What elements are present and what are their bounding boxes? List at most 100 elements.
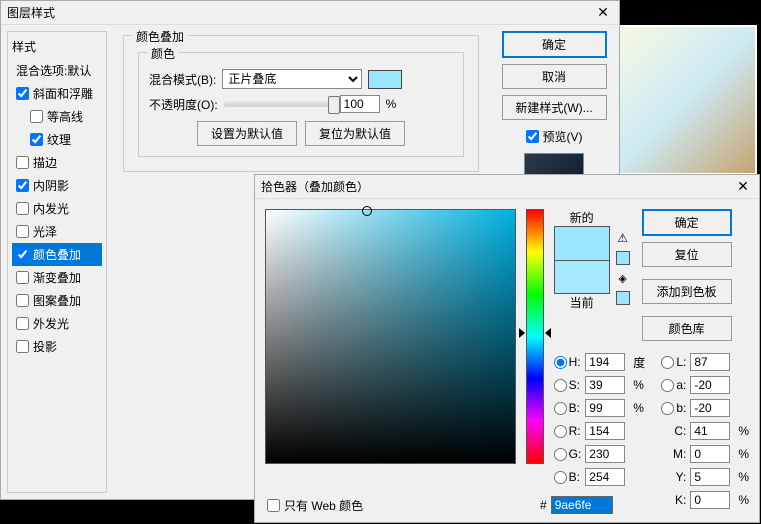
color-group: 颜色 混合模式(B): 正片叠底 不透明度(O): % 设置为默认值 xyxy=(138,52,464,157)
style-checkbox[interactable] xyxy=(16,248,29,261)
k-input[interactable] xyxy=(690,491,730,509)
m-input[interactable] xyxy=(690,445,730,463)
set-default-button[interactable]: 设置为默认值 xyxy=(197,121,297,146)
style-checkbox[interactable] xyxy=(30,110,43,123)
style-checkbox[interactable] xyxy=(16,271,29,284)
b-radio[interactable]: b: xyxy=(661,401,686,415)
gamut-warning-icon[interactable]: ⚠ xyxy=(616,231,630,245)
style-item[interactable]: 图案叠加 xyxy=(12,289,102,312)
current-color-swatch[interactable] xyxy=(554,260,610,294)
hash-label: # xyxy=(540,498,547,512)
style-checkbox[interactable] xyxy=(16,225,29,238)
layer-style-titlebar[interactable]: 图层样式 ✕ xyxy=(1,1,619,25)
style-item[interactable]: 渐变叠加 xyxy=(12,266,102,289)
style-item[interactable]: 颜色叠加 xyxy=(12,243,102,266)
g-radio[interactable]: G: xyxy=(554,447,582,461)
style-label: 图案叠加 xyxy=(33,292,81,309)
style-item[interactable]: 纹理 xyxy=(12,128,102,151)
color-libraries-button[interactable]: 颜色库 xyxy=(642,316,732,341)
y-input[interactable] xyxy=(690,468,730,486)
websafe-swatch[interactable] xyxy=(616,291,630,305)
g-input[interactable] xyxy=(585,445,625,463)
m-label: M: xyxy=(661,447,686,461)
style-item[interactable]: 外发光 xyxy=(12,312,102,335)
hue-indicator-icon xyxy=(545,328,551,338)
cube-icon[interactable]: ◈ xyxy=(616,271,630,285)
cancel-button[interactable]: 取消 xyxy=(502,64,607,89)
web-only-checkbox[interactable]: 只有 Web 颜色 xyxy=(267,497,363,514)
new-style-button[interactable]: 新建样式(W)... xyxy=(502,95,607,120)
style-checkbox[interactable] xyxy=(16,202,29,215)
gamut-swatch[interactable] xyxy=(616,251,630,265)
style-label: 斜面和浮雕 xyxy=(33,85,93,102)
style-label: 颜色叠加 xyxy=(33,246,81,263)
c-input[interactable] xyxy=(690,422,730,440)
ok-button[interactable]: 确定 xyxy=(642,209,732,236)
saturation-value-field[interactable] xyxy=(265,209,516,464)
overlay-color-swatch[interactable] xyxy=(368,70,402,89)
style-checkbox[interactable] xyxy=(16,156,29,169)
r-input[interactable] xyxy=(585,422,625,440)
style-item[interactable]: 内发光 xyxy=(12,197,102,220)
s-input[interactable] xyxy=(585,376,625,394)
ok-button[interactable]: 确定 xyxy=(502,31,607,58)
canvas-image xyxy=(617,25,757,175)
bb-radio[interactable]: B: xyxy=(554,470,582,484)
blend-options-item[interactable]: 混合选项:默认 xyxy=(12,59,102,82)
style-item[interactable]: 内阴影 xyxy=(12,174,102,197)
color-picker-dialog: 拾色器（叠加颜色） ✕ 新的 当前 ⚠ ◈ xyxy=(254,174,760,523)
style-checkbox[interactable] xyxy=(16,340,29,353)
l-radio[interactable]: L: xyxy=(661,355,686,369)
reset-default-button[interactable]: 复位为默认值 xyxy=(305,121,405,146)
hue-slider[interactable] xyxy=(526,209,544,464)
blend-mode-label: 混合模式(B): xyxy=(149,71,216,88)
b-input[interactable] xyxy=(690,399,730,417)
color-picker-titlebar[interactable]: 拾色器（叠加颜色） ✕ xyxy=(255,175,759,199)
style-item[interactable]: 描边 xyxy=(12,151,102,174)
style-label: 描边 xyxy=(33,154,57,171)
close-icon[interactable]: ✕ xyxy=(593,4,613,21)
h-radio[interactable]: H: xyxy=(554,355,582,369)
style-checkbox[interactable] xyxy=(16,294,29,307)
style-item[interactable]: 投影 xyxy=(12,335,102,358)
bv-input[interactable] xyxy=(585,399,625,417)
add-swatch-button[interactable]: 添加到色板 xyxy=(642,279,732,304)
h-input[interactable] xyxy=(585,353,625,371)
pct-label: % xyxy=(386,97,397,111)
y-label: Y: xyxy=(661,470,686,484)
bb-input[interactable] xyxy=(585,468,625,486)
style-label: 投影 xyxy=(33,338,57,355)
s-radio[interactable]: S: xyxy=(554,378,582,392)
style-label: 等高线 xyxy=(47,108,83,125)
blend-mode-select[interactable]: 正片叠底 xyxy=(222,69,362,89)
k-label: K: xyxy=(661,493,686,507)
style-label: 纹理 xyxy=(47,131,71,148)
close-icon[interactable]: ✕ xyxy=(733,178,753,195)
hex-row: # xyxy=(540,496,613,514)
opacity-input[interactable] xyxy=(340,95,380,113)
style-item[interactable]: 等高线 xyxy=(12,105,102,128)
style-checkbox[interactable] xyxy=(16,87,29,100)
a-input[interactable] xyxy=(690,376,730,394)
style-item[interactable]: 斜面和浮雕 xyxy=(12,82,102,105)
a-radio[interactable]: a: xyxy=(661,378,686,392)
new-color-swatch[interactable] xyxy=(554,226,610,260)
bv-radio[interactable]: B: xyxy=(554,401,582,415)
style-checkbox[interactable] xyxy=(30,133,43,146)
hex-input[interactable] xyxy=(551,496,613,514)
l-input[interactable] xyxy=(690,353,730,371)
r-radio[interactable]: R: xyxy=(554,424,582,438)
section-title: 颜色叠加 xyxy=(132,28,188,45)
color-group-title: 颜色 xyxy=(147,45,179,62)
preview-checkbox[interactable]: 预览(V) xyxy=(526,126,583,147)
style-checkbox[interactable] xyxy=(16,317,29,330)
styles-header[interactable]: 样式 xyxy=(12,36,102,59)
color-picker-title: 拾色器（叠加颜色） xyxy=(261,178,733,195)
c-label: C: xyxy=(661,424,686,438)
style-checkbox[interactable] xyxy=(16,179,29,192)
reset-button[interactable]: 复位 xyxy=(642,242,732,267)
opacity-slider[interactable] xyxy=(224,101,334,107)
style-item[interactable]: 光泽 xyxy=(12,220,102,243)
new-label: 新的 xyxy=(554,209,610,226)
style-label: 渐变叠加 xyxy=(33,269,81,286)
